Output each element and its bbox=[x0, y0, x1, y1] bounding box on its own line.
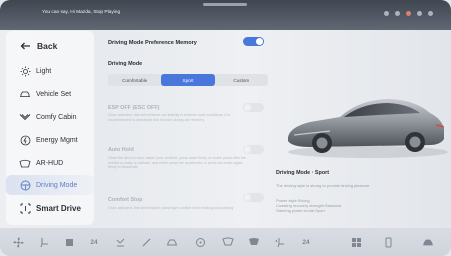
phone-icon[interactable] bbox=[380, 234, 396, 250]
wifi-icon bbox=[395, 11, 400, 16]
auto-hold-description: Close the driver's door, fasten your sea… bbox=[108, 156, 246, 170]
toggle-knob bbox=[244, 104, 251, 111]
auto-hold-title: Auto Hold bbox=[108, 147, 134, 153]
hud-icon bbox=[19, 157, 31, 169]
user-avatar-icon[interactable] bbox=[406, 11, 411, 16]
status-bar: You can say, Hi Mazda, Stop Playing bbox=[0, 0, 451, 30]
sidebar-item-label: Light bbox=[36, 67, 52, 75]
sidebar-item-label: Driving Mode bbox=[36, 181, 78, 189]
screen: You can say, Hi Mazda, Stop Playing Back… bbox=[0, 0, 451, 256]
sidebar-item-label: Smart Drive bbox=[36, 203, 81, 213]
mode-option-custom[interactable]: Custom bbox=[215, 74, 268, 86]
mode-info-title: Driving Mode · Sport bbox=[276, 170, 330, 176]
mode-info-line: Steering power mode:Sport bbox=[276, 208, 325, 213]
climate-dock: 24 24 bbox=[0, 228, 451, 256]
toggle-knob bbox=[256, 38, 263, 45]
steering-heat-icon[interactable] bbox=[112, 234, 128, 250]
signal-icon bbox=[384, 11, 389, 16]
car-icon[interactable] bbox=[164, 234, 180, 250]
comfort-stop-toggle[interactable] bbox=[243, 193, 264, 202]
voice-hint: You can say, Hi Mazda, Stop Playing bbox=[42, 10, 121, 15]
sidebar-item-vehicle-set[interactable]: Vehicle Set bbox=[6, 84, 94, 104]
esp-description: Once activated, this will enhance car st… bbox=[108, 113, 230, 122]
temp-right-label[interactable]: 24 bbox=[298, 234, 314, 250]
settings-car-icon[interactable] bbox=[420, 234, 436, 250]
front-defrost-icon[interactable] bbox=[246, 234, 262, 250]
driving-mode-selector: Comfortable Sport Custom bbox=[108, 74, 268, 86]
back-button[interactable]: Back bbox=[6, 36, 94, 56]
sidebar-item-ar-hud[interactable]: AR-HUD bbox=[6, 153, 94, 173]
smart-drive-icon bbox=[19, 202, 31, 214]
sidebar-item-comfy-cabin[interactable]: Comfy Cabin bbox=[6, 107, 94, 127]
notification-icon[interactable] bbox=[417, 11, 422, 16]
toggle-knob bbox=[244, 146, 251, 153]
driving-mode-icon bbox=[19, 179, 31, 191]
esp-toggle[interactable] bbox=[243, 103, 264, 112]
comfort-stop-description: Once activated, this will enhance passen… bbox=[108, 206, 234, 210]
battery-icon bbox=[428, 11, 433, 16]
mode-info-line: The driving style is strong to provide d… bbox=[276, 183, 370, 188]
fan-icon[interactable] bbox=[10, 234, 26, 250]
sidebar-item-label: AR-HUD bbox=[36, 159, 64, 167]
seat-heat-icon[interactable] bbox=[272, 234, 288, 250]
preference-memory-label: Driving Mode Preference Memory bbox=[108, 40, 197, 46]
sidebar-item-label: Comfy Cabin bbox=[36, 113, 77, 121]
cabin-icon bbox=[19, 111, 31, 123]
rear-defrost-icon[interactable] bbox=[220, 234, 236, 250]
light-icon bbox=[19, 65, 31, 77]
grid-icon[interactable] bbox=[348, 234, 364, 250]
driving-mode-label: Driving Mode bbox=[108, 61, 143, 67]
toggle-knob bbox=[244, 194, 251, 201]
comfort-stop-title: Comfort Stop bbox=[108, 197, 143, 203]
temp-right-value: 24 bbox=[302, 238, 310, 246]
drag-handle[interactable] bbox=[203, 3, 247, 6]
esp-title: ESP OFF (ESC OFF) bbox=[108, 105, 160, 111]
temp-left-value: 24 bbox=[90, 238, 98, 246]
sidebar-item-driving-mode[interactable]: Driving Mode bbox=[6, 175, 94, 195]
mode-option-sport[interactable]: Sport bbox=[161, 74, 215, 86]
sidebar-item-label: Vehicle Set bbox=[36, 90, 72, 98]
sidebar-item-light[interactable]: Light bbox=[6, 61, 94, 81]
energy-icon bbox=[19, 134, 31, 146]
mode-option-comfortable[interactable]: Comfortable bbox=[108, 74, 161, 86]
sidebar-item-label: Energy Mgmt bbox=[36, 136, 78, 144]
car-image bbox=[270, 75, 450, 175]
status-icons bbox=[384, 11, 433, 16]
sidebar-item-energy-mgmt[interactable]: Energy Mgmt bbox=[6, 130, 94, 150]
sidebar-item-smart-drive[interactable]: Smart Drive bbox=[6, 198, 94, 218]
defrost-icon[interactable] bbox=[61, 234, 77, 250]
sidebar-item-label: Back bbox=[37, 41, 58, 51]
wiper-icon[interactable] bbox=[138, 234, 154, 250]
sidebar: Back Light Vehicle Set Comfy Cabin Energ… bbox=[6, 31, 94, 225]
settings-panel: Driving Mode Preference Memory Driving M… bbox=[104, 33, 274, 223]
preference-memory-toggle[interactable] bbox=[243, 37, 264, 46]
back-arrow-icon bbox=[19, 40, 31, 52]
ac-fan-icon[interactable] bbox=[192, 234, 208, 250]
temp-left-label[interactable]: 24 bbox=[86, 234, 102, 250]
seat-icon[interactable] bbox=[36, 234, 52, 250]
auto-hold-toggle[interactable] bbox=[243, 145, 264, 154]
vehicle-icon bbox=[19, 88, 31, 100]
